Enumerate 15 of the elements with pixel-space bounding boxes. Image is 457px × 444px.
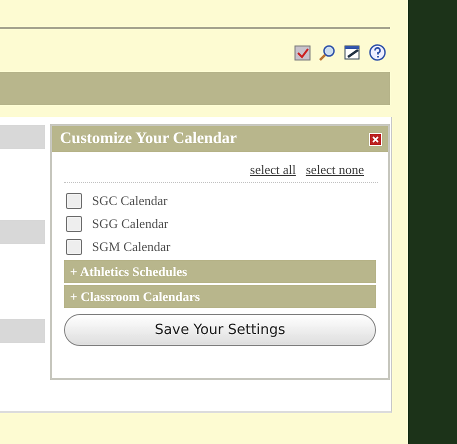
- checkbox-label: SGG Calendar: [92, 216, 168, 232]
- export-icon[interactable]: [344, 44, 361, 61]
- calendar-icon[interactable]: [294, 44, 311, 61]
- checkbox[interactable]: [66, 216, 82, 232]
- help-icon[interactable]: [369, 44, 386, 61]
- checkbox-label: SGC Calendar: [92, 192, 168, 208]
- checkbox[interactable]: [66, 192, 82, 208]
- select-link[interactable]: select none: [306, 162, 364, 178]
- select-link[interactable]: select all: [250, 162, 296, 178]
- dialog-title: Customize Your Calendar: [60, 130, 237, 148]
- save-button[interactable]: Save Your Settings: [64, 314, 376, 346]
- checkbox-label: SGM Calendar: [92, 238, 170, 254]
- search-icon[interactable]: [319, 44, 336, 61]
- close-icon[interactable]: [369, 132, 382, 146]
- checkbox[interactable]: [66, 238, 82, 254]
